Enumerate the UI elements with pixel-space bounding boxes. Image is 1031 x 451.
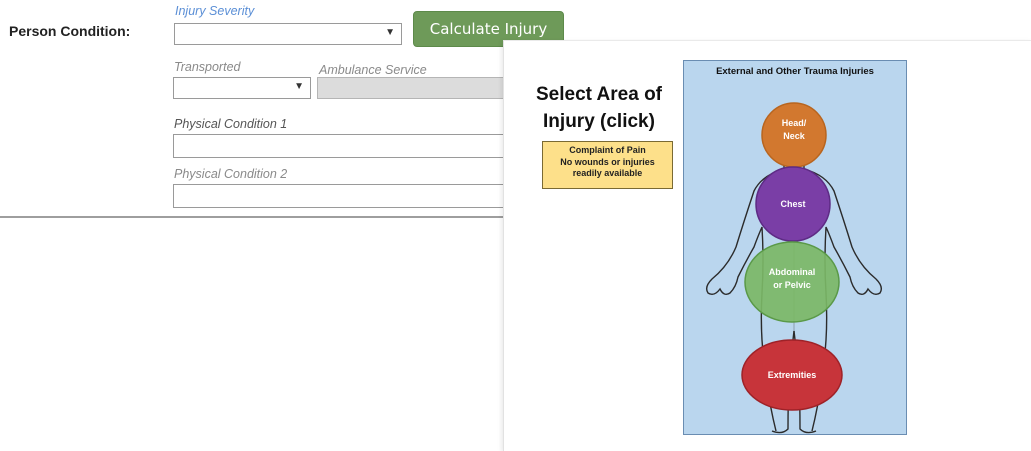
- chest-zone[interactable]: Chest: [755, 166, 831, 242]
- form-divider: [0, 216, 520, 218]
- transported-label: Transported: [174, 60, 241, 74]
- physical-condition-2-label: Physical Condition 2: [174, 167, 288, 181]
- injury-area-popup: Select Area of Injury (click) Complaint …: [503, 40, 1031, 451]
- abdominal-label-line1: Abdominal: [769, 267, 816, 277]
- body-diagram-panel: External and Other Trauma Injuries Head/…: [683, 60, 907, 435]
- note-line-2: No wounds or injuries: [560, 156, 655, 167]
- physical-condition-1-label: Physical Condition 1: [174, 117, 288, 131]
- dropdown-arrow-icon: ▼: [385, 27, 395, 38]
- injury-severity-label: Injury Severity: [175, 4, 255, 18]
- ambulance-service-label: Ambulance Service: [319, 63, 427, 77]
- head-neck-zone[interactable]: Head/ Neck: [761, 102, 827, 168]
- transported-select[interactable]: ▼: [173, 77, 311, 99]
- head-label-line1: Head/: [782, 118, 807, 128]
- extremities-zone[interactable]: Extremities: [741, 339, 843, 411]
- ambulance-service-field: [317, 77, 507, 99]
- chest-label: Chest: [780, 199, 805, 209]
- person-condition-label: Person Condition:: [9, 23, 131, 39]
- physical-condition-1-input[interactable]: [173, 134, 507, 158]
- select-area-title: Select Area of Injury (click): [535, 84, 662, 132]
- note-line-1: Complaint of Pain: [569, 145, 646, 155]
- dropdown-arrow-icon: ▼: [294, 81, 304, 92]
- injury-severity-select[interactable]: ▼: [174, 23, 402, 45]
- body-diagram: Head/ Neck Chest Abdominal or Pelvic Ext…: [705, 102, 883, 434]
- abdominal-pelvic-zone[interactable]: Abdominal or Pelvic: [744, 241, 840, 323]
- head-label-line2: Neck: [783, 131, 806, 141]
- note-line-3: readily available: [572, 168, 643, 178]
- extremities-label: Extremities: [768, 370, 817, 380]
- abdominal-label-line2: or Pelvic: [773, 280, 811, 290]
- physical-condition-2-input[interactable]: [173, 184, 507, 208]
- complaint-of-pain-button[interactable]: Complaint of Pain No wounds or injuries …: [542, 141, 673, 189]
